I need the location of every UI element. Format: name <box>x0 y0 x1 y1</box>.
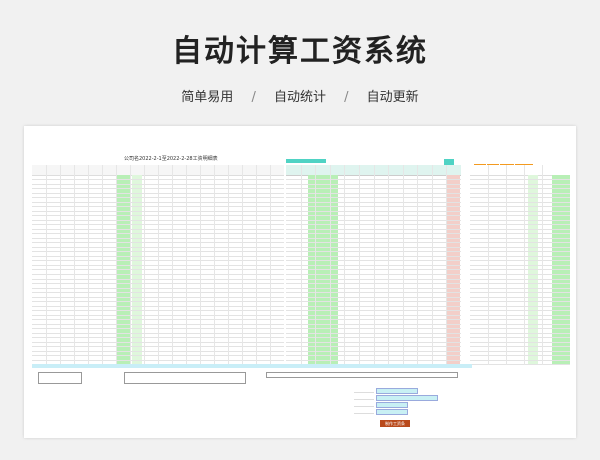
teal-header-marker <box>286 159 326 163</box>
column-divider <box>172 165 173 365</box>
salary-table-right <box>470 165 560 366</box>
column-divider <box>358 165 360 365</box>
column-divider <box>130 165 131 365</box>
table-row <box>470 360 560 366</box>
column-divider <box>300 165 302 365</box>
column-divider <box>488 165 489 365</box>
column-divider <box>186 165 187 365</box>
salary-table-far-right <box>552 165 570 366</box>
feature-easy: 简单易用 <box>181 90 234 105</box>
feature-auto-stat: 自动统计 <box>273 90 326 105</box>
feature-auto-update: 自动更新 <box>366 90 419 105</box>
column-divider <box>446 165 448 365</box>
column-divider <box>524 165 525 365</box>
separator: / <box>344 90 349 105</box>
column-divider <box>102 165 103 365</box>
column-divider <box>417 165 419 365</box>
column-divider <box>228 165 229 365</box>
column-divider <box>116 165 117 365</box>
column-divider <box>315 165 317 365</box>
page-title: 自动计算工资系统 <box>172 34 428 69</box>
column-divider <box>402 165 404 365</box>
column-divider <box>329 165 331 365</box>
column-divider <box>60 165 61 365</box>
feature-list: 简单易用 / 自动统计 / 自动更新 <box>0 86 600 105</box>
column-divider <box>542 165 543 365</box>
column-divider <box>144 165 145 365</box>
column-divider <box>158 165 159 365</box>
column-divider <box>256 165 257 365</box>
footer-box <box>266 372 458 378</box>
column-divider <box>344 165 346 365</box>
column-divider <box>214 165 215 365</box>
salary-table-middle <box>286 165 461 366</box>
column-divider <box>373 165 375 365</box>
column-divider <box>88 165 89 365</box>
spreadsheet-preview: 公司名2022-2-1至2022-2-28工资明细表 制作工资条 <box>24 126 576 438</box>
total-row <box>32 364 472 368</box>
column-divider <box>270 165 271 365</box>
separator: / <box>251 90 256 105</box>
salary-table-left <box>32 165 284 366</box>
column-divider <box>242 165 243 365</box>
column-divider <box>74 165 75 365</box>
column-divider <box>388 165 390 365</box>
footer-box <box>38 372 82 384</box>
column-divider <box>46 165 47 365</box>
make-payslip-button[interactable]: 制作工资条 <box>380 420 410 427</box>
column-divider <box>431 165 433 365</box>
sheet-caption: 公司名2022-2-1至2022-2-28工资明细表 <box>124 156 218 162</box>
column-divider <box>200 165 201 365</box>
column-divider <box>506 165 507 365</box>
footer-box <box>124 372 246 384</box>
table-row <box>552 360 570 366</box>
